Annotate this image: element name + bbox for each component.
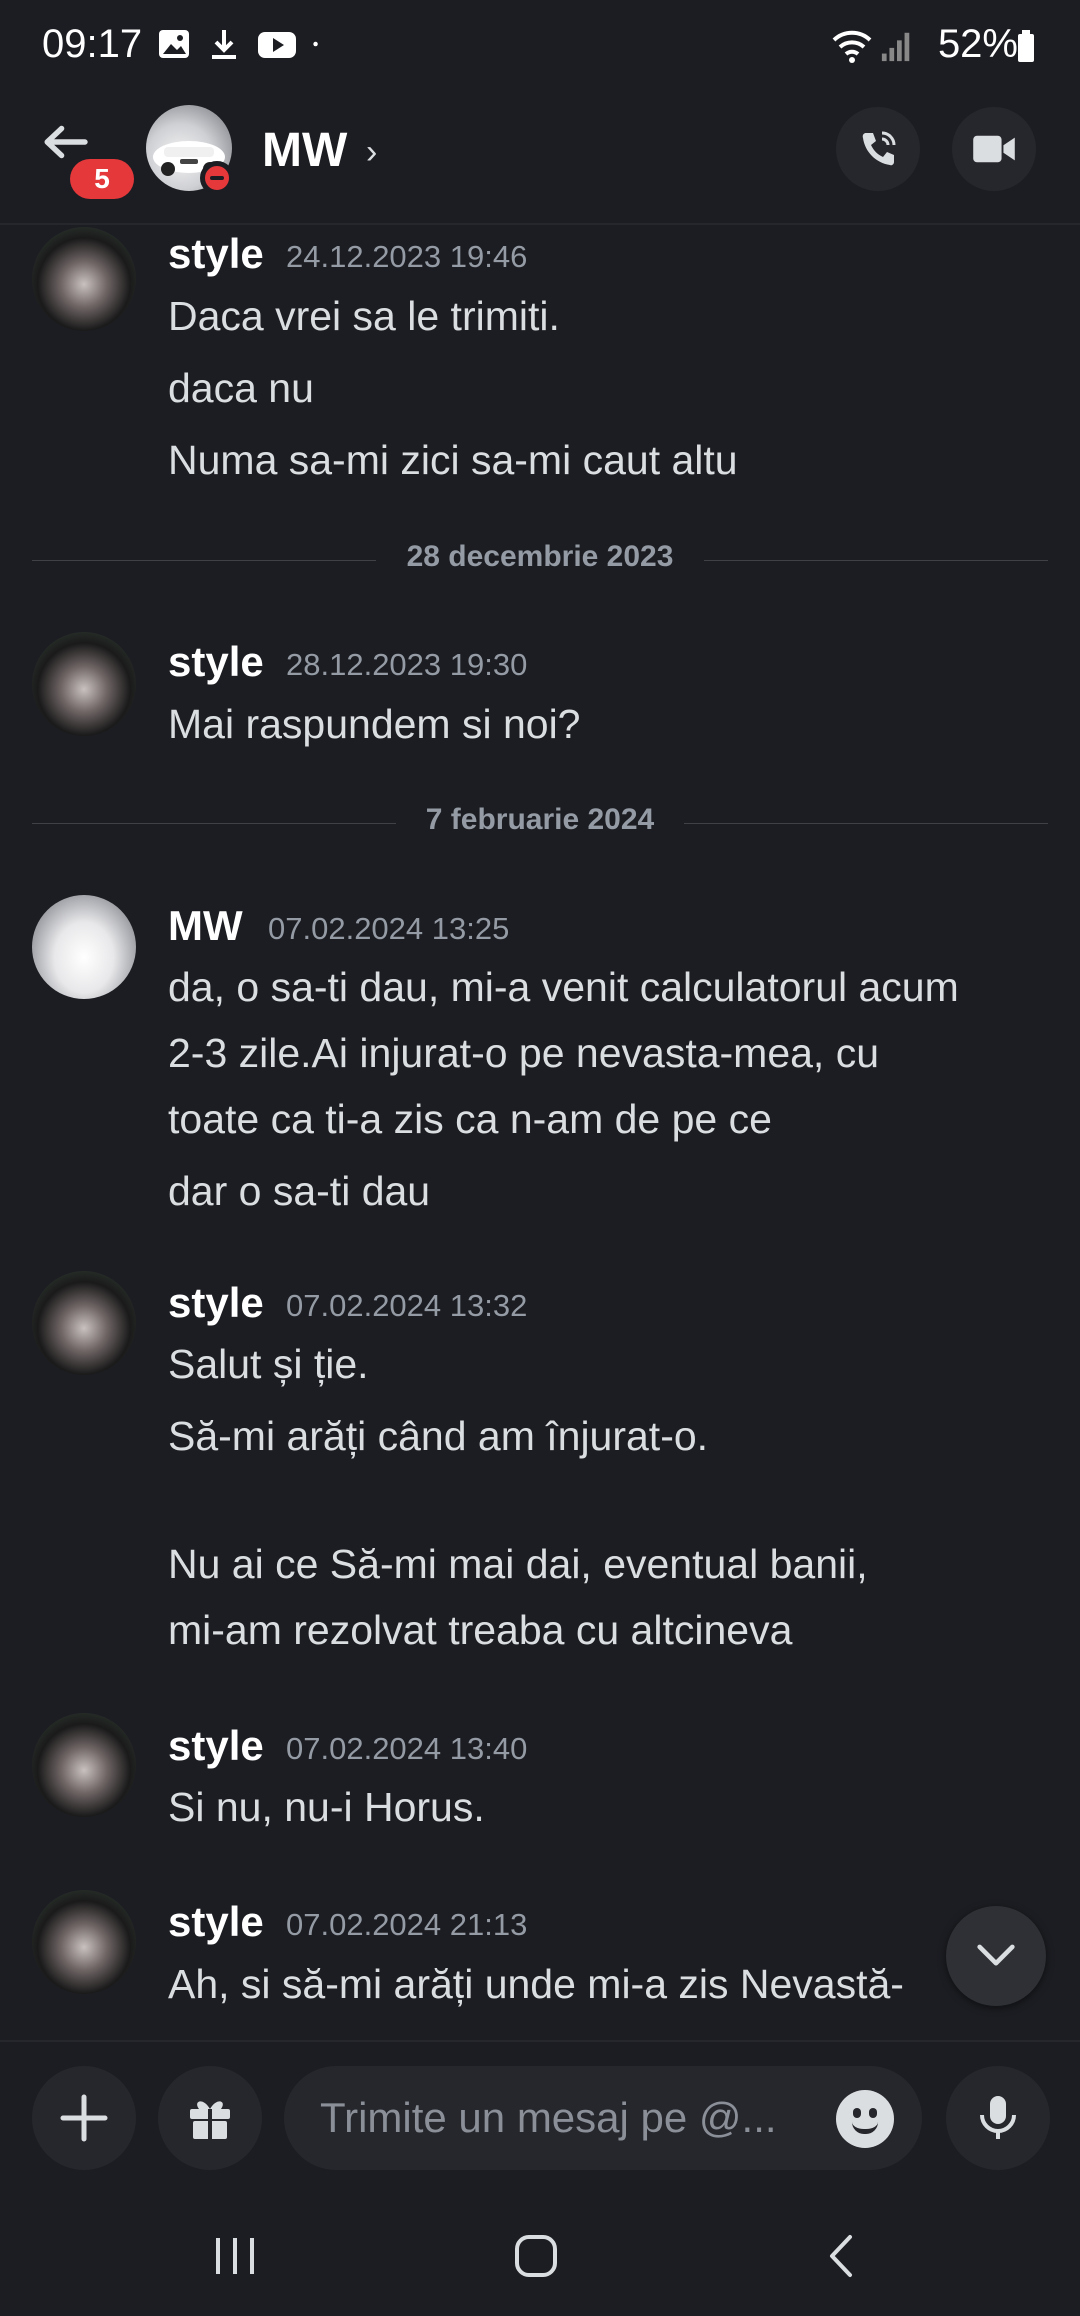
dnd-status-icon [200, 161, 234, 195]
wifi-icon [832, 30, 872, 63]
message-timestamp: 07.02.2024 13:25 [268, 911, 510, 946]
signal-icon [881, 32, 910, 62]
status-time: 09:17 [42, 22, 143, 66]
microphone-icon [980, 2096, 1016, 2139]
message-line: Nu ai ce Să-mi mai dai, eventual banii, [168, 1541, 868, 1587]
emoji-icon[interactable] [836, 2090, 894, 2148]
home-icon[interactable] [514, 2234, 558, 2278]
message-list[interactable]: style 24.12.2023 19:46 Daca vrei sa le t… [0, 225, 1080, 2040]
date-divider: 7 februarie 2024 [32, 803, 1048, 843]
message-line: toate ca ti-a zis ca n-am de pe ce [168, 1096, 772, 1142]
phone-icon [862, 131, 896, 166]
message-line: Daca vrei sa le trimiti. [168, 293, 560, 339]
message-author[interactable]: style [168, 638, 264, 686]
add-attachment-button[interactable] [32, 2066, 136, 2170]
message-timestamp: 07.02.2024 13:32 [286, 1288, 528, 1323]
message-timestamp: 28.12.2023 19:30 [286, 647, 528, 682]
avatar[interactable] [32, 1890, 136, 1994]
message-line: daca nu [168, 365, 314, 411]
arrow-left-icon [44, 125, 88, 159]
recent-apps-icon[interactable] [212, 2236, 258, 2276]
date-divider-label: 7 februarie 2024 [425, 803, 655, 836]
message-line: Salut și ție. [168, 1341, 369, 1387]
avatar[interactable] [32, 632, 136, 736]
message-author[interactable]: style [168, 1722, 264, 1770]
message-timestamp: 24.12.2023 19:46 [286, 239, 528, 274]
download-icon [212, 30, 236, 59]
message-composer: Trimite un mesaj pe @... [0, 2040, 1080, 2202]
system-navigation-bar [0, 2200, 1080, 2316]
message-line: Si nu, nu-i Horus. [168, 1784, 485, 1830]
message-input-placeholder: Trimite un mesaj pe @... [320, 2094, 777, 2141]
channel-name[interactable]: MW [262, 123, 347, 178]
status-bar: 09:17 52% [0, 0, 1080, 95]
unread-badge: 5 [70, 159, 134, 199]
jump-to-present-button[interactable] [946, 1906, 1046, 2006]
video-camera-icon [973, 135, 1015, 163]
youtube-icon [258, 32, 296, 58]
message-line: Mai raspundem si noi? [168, 701, 581, 747]
message-line: Numa sa-mi zici sa-mi caut altu [168, 437, 738, 483]
battery-icon [1018, 30, 1034, 62]
avatar[interactable] [32, 227, 136, 331]
avatar[interactable] [32, 1271, 136, 1375]
message-line: Ah, si să-mi arăți unde mi-a zis Nevastă… [168, 1961, 904, 2007]
date-divider: 28 decembrie 2023 [32, 540, 1048, 580]
avatar[interactable] [32, 895, 136, 999]
message-author[interactable]: style [168, 230, 264, 278]
gift-button[interactable] [158, 2066, 262, 2170]
chevron-down-icon [977, 1944, 1015, 1966]
message-author[interactable]: MW [168, 902, 243, 950]
message-timestamp: 07.02.2024 21:13 [286, 1907, 528, 1942]
dot-icon [313, 41, 318, 47]
message-author[interactable]: style [168, 1898, 264, 1946]
chevron-right-icon[interactable]: › [366, 133, 377, 172]
plus-icon [60, 2094, 108, 2142]
message-line: mi-am rezolvat treaba cu altcineva [168, 1607, 793, 1653]
battery-level: 52% [937, 22, 1018, 66]
chat-header: 5 MW › [0, 95, 1080, 225]
message-author[interactable]: style [168, 1279, 264, 1327]
video-call-button[interactable] [952, 107, 1036, 191]
message-timestamp: 07.02.2024 13:40 [286, 1731, 528, 1766]
message-input[interactable]: Trimite un mesaj pe @... [284, 2066, 922, 2170]
gift-icon [190, 2101, 230, 2139]
voice-message-button[interactable] [946, 2066, 1050, 2170]
notification-icons [156, 26, 328, 62]
message-line: 2-3 zile.Ai injurat-o pe nevasta-mea, cu [168, 1030, 880, 1076]
message-line: da, o sa-ti dau, mi-a venit calculatorul… [168, 964, 959, 1010]
message-line: dar o sa-ti dau [168, 1168, 431, 1214]
avatar[interactable] [32, 1713, 136, 1817]
date-divider-label: 28 decembrie 2023 [406, 540, 674, 573]
back-nav-icon[interactable] [826, 2234, 856, 2278]
voice-call-button[interactable] [836, 107, 920, 191]
gallery-icon [159, 30, 189, 58]
message-line: Să-mi arăți când am înjurat-o. [168, 1413, 709, 1459]
